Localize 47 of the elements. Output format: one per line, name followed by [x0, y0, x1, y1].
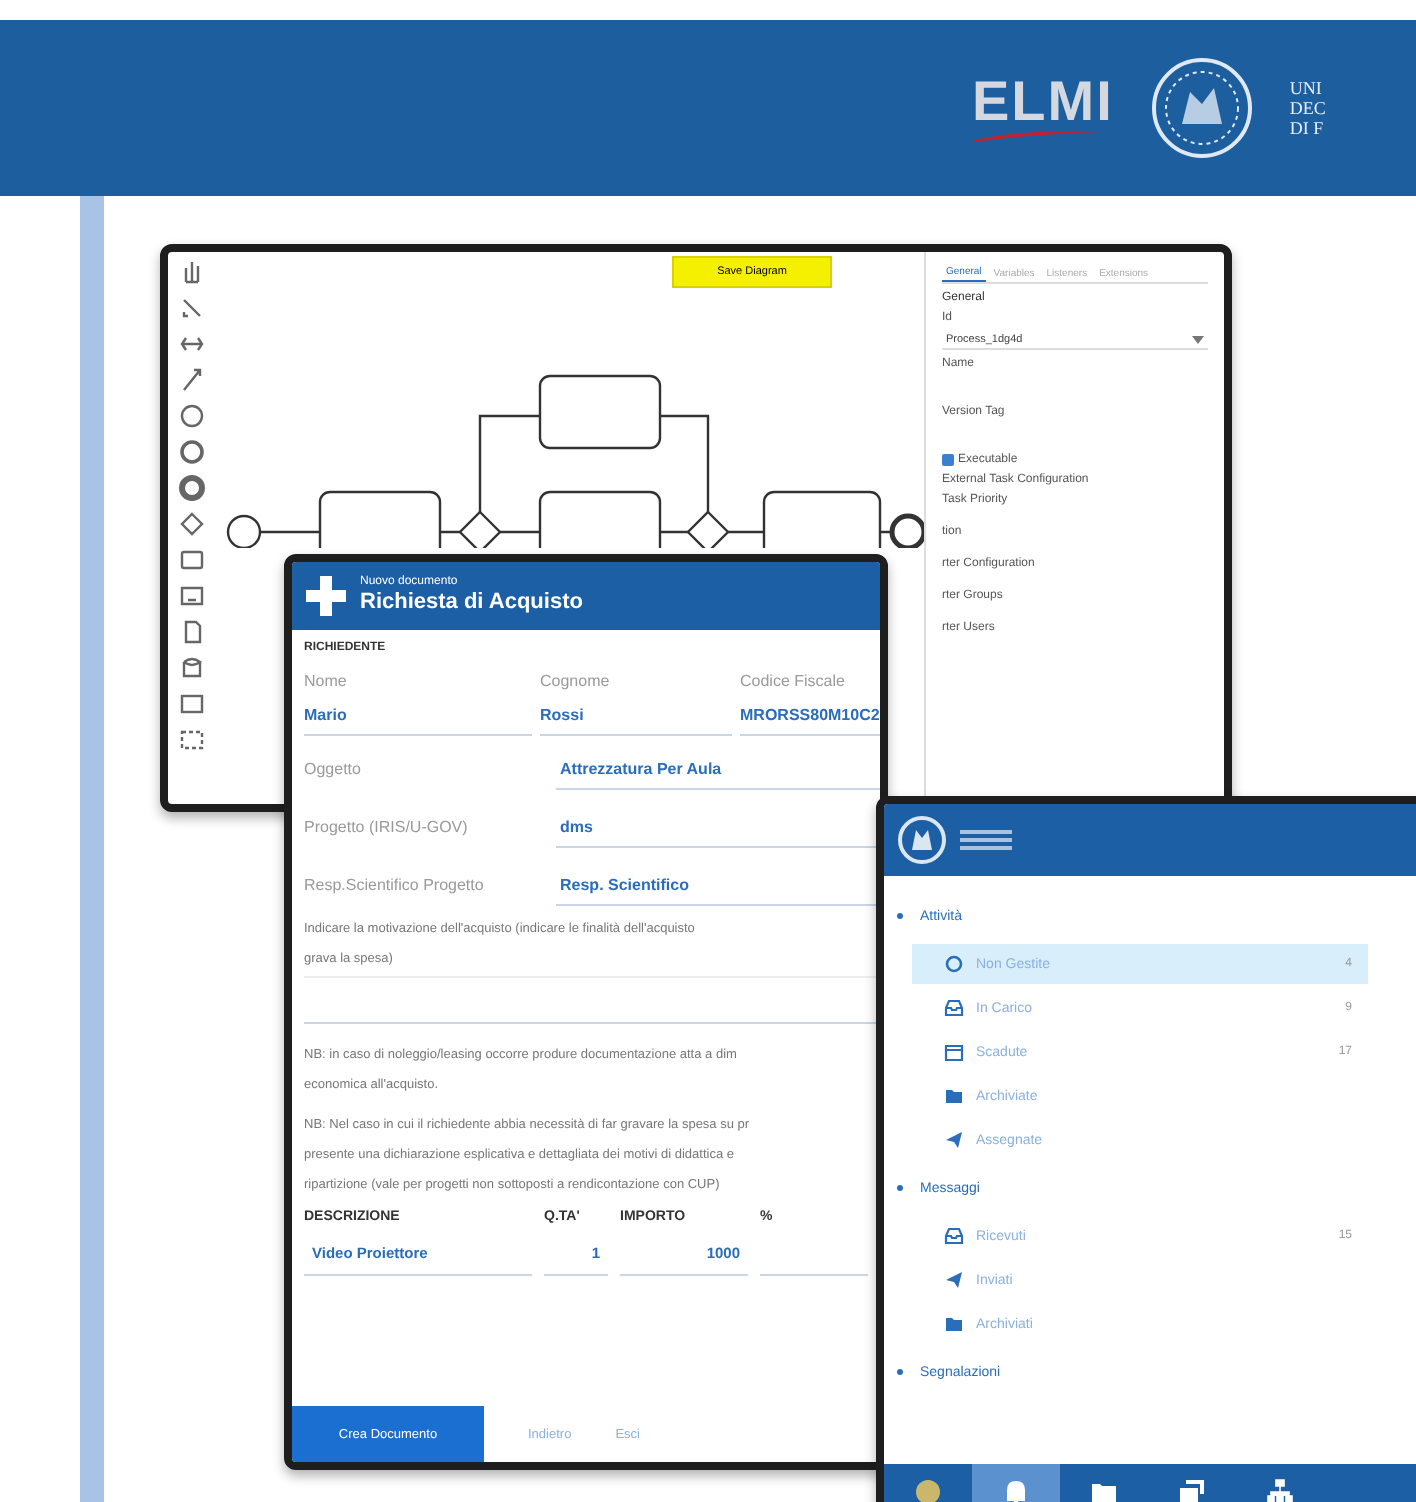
text-field[interactable]: MRORSS80M10C2 — [740, 706, 880, 736]
pool-tool-icon[interactable] — [180, 694, 204, 714]
institution-name-text: UNI — [1289, 78, 1324, 98]
subprocess-tool-icon[interactable] — [180, 586, 204, 606]
text-field[interactable]: Mario — [304, 706, 532, 736]
field-label: Oggetto — [304, 759, 363, 777]
hand-tool-icon[interactable] — [184, 260, 200, 284]
form-title: Richiesta di Acquisto — [360, 590, 583, 616]
brand-logo-text: ELMI — [972, 72, 1114, 132]
bullet-icon — [896, 912, 904, 920]
plus-icon — [304, 574, 348, 618]
emblem-icon — [912, 1476, 944, 1502]
field-label: Progetto (IRIS/U-GOV) — [304, 817, 470, 835]
org-chart-icon — [1264, 1476, 1296, 1502]
intermediate-tool-icon[interactable] — [180, 440, 204, 464]
motivation-field[interactable] — [304, 976, 880, 1024]
institution-name-text: DI F — [1289, 118, 1326, 138]
send-icon — [944, 1130, 964, 1150]
field-label: Nome — [304, 672, 349, 690]
store-tool-icon[interactable] — [182, 657, 202, 678]
group-tool-icon[interactable] — [180, 730, 204, 750]
connect-tool-icon[interactable] — [182, 368, 202, 392]
text-field[interactable]: Rossi — [540, 706, 732, 736]
send-icon — [944, 1270, 964, 1290]
bullet-icon — [896, 1368, 904, 1376]
field-label: Resp.Scientifico Progetto — [304, 875, 486, 893]
calendar-icon — [944, 1042, 964, 1062]
bullet-icon — [896, 1184, 904, 1192]
start-tool-icon[interactable] — [180, 404, 204, 428]
inbox-icon — [944, 1226, 964, 1246]
inbox-icon — [944, 998, 964, 1018]
field-label: Cognome — [540, 672, 612, 690]
folder-icon — [944, 1086, 964, 1106]
task-tool-icon[interactable] — [180, 550, 204, 570]
messages-icon — [1176, 1476, 1208, 1502]
institution-name-text: DEC — [1289, 98, 1326, 118]
folder-icon — [944, 1314, 964, 1334]
end-tool-icon[interactable] — [179, 475, 205, 501]
caret-icon — [1192, 334, 1204, 346]
university-emblem-icon — [896, 814, 948, 866]
seal-emblem-icon — [1149, 56, 1254, 160]
field-label: Codice Fiscale — [740, 672, 847, 690]
data-tool-icon[interactable] — [184, 620, 202, 644]
circle-icon — [944, 954, 964, 974]
text-field[interactable]: Attrezzatura Per Aula — [556, 747, 880, 789]
space-tool-icon[interactable] — [180, 336, 204, 352]
gateway-tool-icon[interactable] — [180, 512, 204, 536]
